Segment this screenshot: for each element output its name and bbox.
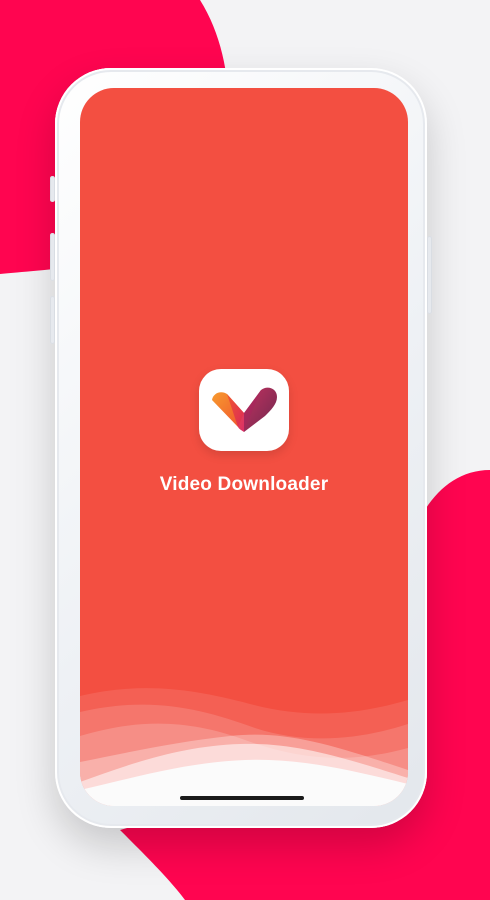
bottom-waves xyxy=(80,688,408,806)
phone-power-button xyxy=(427,236,432,314)
home-indicator[interactable] xyxy=(180,796,304,800)
phone-volume-up-button xyxy=(50,233,55,281)
phone-volume-down-button xyxy=(50,296,55,344)
app-logo xyxy=(199,369,289,451)
app-title: Video Downloader xyxy=(159,474,329,495)
heart-check-logo-icon xyxy=(212,387,277,432)
splash-screen: Video Downloader xyxy=(80,88,408,806)
phone-mute-switch xyxy=(50,176,55,202)
